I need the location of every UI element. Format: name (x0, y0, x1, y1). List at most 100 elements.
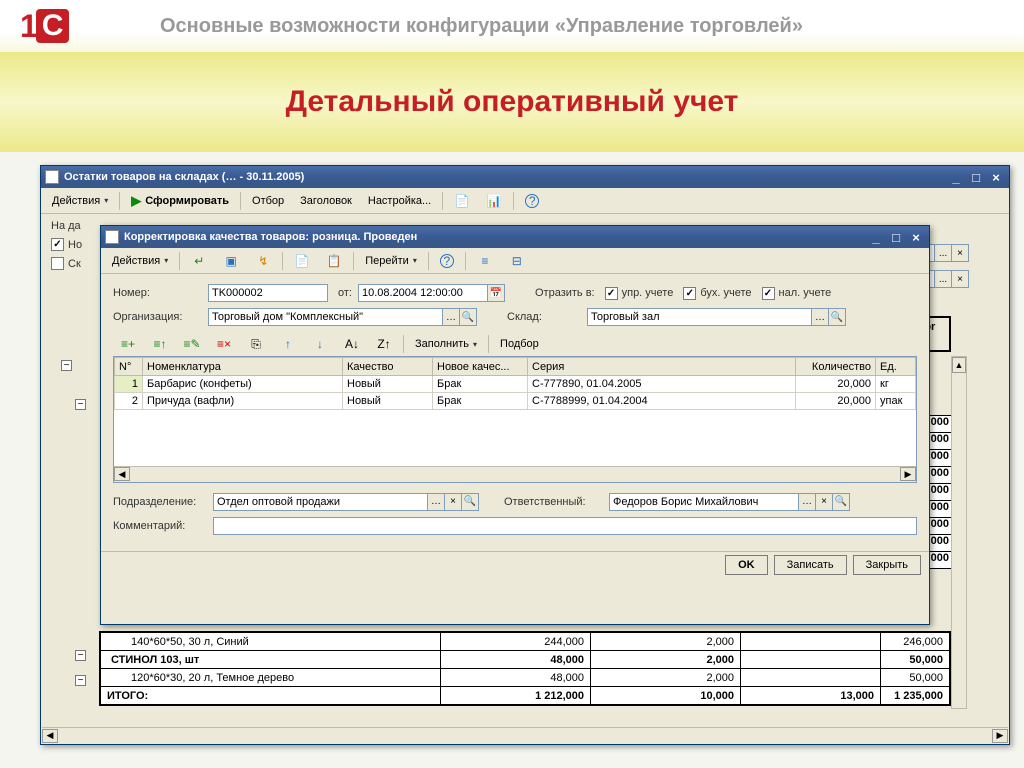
responsible-field[interactable]: Федоров Борис Михайлович (609, 493, 799, 511)
col-quantity[interactable]: Количество (796, 358, 876, 376)
field-clear-button[interactable]: × (951, 244, 969, 262)
col-unit[interactable]: Ед. (876, 358, 916, 376)
grid-sort-asc-button[interactable]: A↓ (337, 334, 367, 354)
settings-button[interactable]: Настройка... (361, 191, 438, 211)
scroll-left-button[interactable]: ◀ (114, 467, 130, 481)
sk-label: Ск (68, 258, 81, 270)
grid-delete-button[interactable]: ≡× (209, 334, 239, 354)
nal-label: нал. учете (779, 287, 832, 299)
org-label: Организация: (113, 311, 208, 323)
grid-add-button[interactable]: ≡+ (113, 334, 143, 354)
close-button[interactable]: × (907, 229, 925, 245)
org-more-button[interactable]: … (442, 308, 460, 326)
goto-menu[interactable]: Перейти▾ (358, 251, 424, 271)
dept-field[interactable]: Отдел оптовой продажи (213, 493, 428, 511)
logo-1c: 1C (20, 6, 100, 46)
scroll-right-button[interactable]: ▶ (992, 729, 1008, 743)
help-button[interactable]: ? (433, 251, 461, 271)
date-field[interactable]: 10.08.2004 12:00:00 (358, 284, 488, 302)
toolbar-icon-2[interactable]: 📊 (479, 191, 509, 211)
toolbar-icon[interactable]: ↯ (248, 251, 278, 271)
actions-menu[interactable]: Действия▾ (105, 251, 175, 271)
scrollbar-vertical[interactable]: ▲ (951, 356, 967, 709)
fill-menu[interactable]: Заполнить▾ (408, 334, 484, 354)
resp-more-button[interactable]: … (798, 493, 816, 511)
toolbar-icon[interactable]: ▣ (216, 251, 246, 271)
window-icon (105, 230, 119, 244)
scroll-left-button[interactable]: ◀ (42, 729, 58, 743)
warehouse-field[interactable]: Торговый зал (587, 308, 812, 326)
table-row[interactable]: 1 Барбарис (конфеты) Новый Брак C-777890… (115, 376, 916, 393)
header-button[interactable]: Заголовок (293, 191, 359, 211)
tree-collapse-button[interactable]: − (75, 675, 86, 686)
toolbar-icon[interactable]: 📄 (287, 251, 317, 271)
toolbar-icon[interactable]: ≡ (470, 251, 500, 271)
field-clear-button-2[interactable]: × (951, 270, 969, 288)
grid-up-button[interactable]: ↑ (273, 334, 303, 354)
table-row[interactable]: 140*60*50, 30 л, Синий 244,000 2,000 246… (101, 633, 950, 651)
table-row[interactable]: СТИНОЛ 103, шт 48,000 2,000 50,000 (101, 651, 950, 669)
titlebar-remains[interactable]: Остатки товаров на складах (… - 30.11.20… (41, 166, 1009, 188)
ok-button[interactable]: OK (725, 555, 768, 575)
org-search-button[interactable]: 🔍 (459, 308, 477, 326)
toolbar-icon[interactable]: ↵ (184, 251, 214, 271)
toolbar-icon-1[interactable]: 📄 (447, 191, 477, 211)
grid-down-button[interactable]: ↓ (305, 334, 335, 354)
grid-insert-button[interactable]: ≡↑ (145, 334, 175, 354)
scroll-up-button[interactable]: ▲ (952, 357, 966, 373)
col-new-quality[interactable]: Новое качес... (433, 358, 528, 376)
pick-button[interactable]: Подбор (493, 334, 546, 354)
checkbox-upr[interactable] (605, 287, 618, 300)
minimize-button[interactable]: _ (867, 229, 885, 245)
help-button[interactable]: ? (518, 191, 546, 211)
actions-menu[interactable]: Действия▾ (45, 191, 115, 211)
checkbox-no[interactable] (51, 238, 64, 251)
grid-sort-desc-button[interactable]: Z↑ (369, 334, 399, 354)
field-more-button-2[interactable]: ... (934, 270, 952, 288)
table-row[interactable]: 120*60*30, 20 л, Темное дерево 48,000 2,… (101, 669, 950, 687)
warehouse-search-button[interactable]: 🔍 (828, 308, 846, 326)
col-series[interactable]: Серия (528, 358, 796, 376)
close-button[interactable]: × (987, 169, 1005, 185)
grid-copy-button[interactable]: ⎘ (241, 334, 271, 354)
dept-more-button[interactable]: … (427, 493, 445, 511)
close-dialog-button[interactable]: Закрыть (853, 555, 921, 575)
table-row-empty[interactable] (115, 410, 916, 466)
form-body: Номер: TK000002 от: 10.08.2004 12:00:00 … (101, 274, 929, 551)
col-n[interactable]: N° (115, 358, 143, 376)
tree-collapse-button[interactable]: − (61, 360, 72, 371)
checkbox-nal[interactable] (762, 287, 775, 300)
org-field[interactable]: Торговый дом "Комплексный" (208, 308, 443, 326)
number-field[interactable]: TK000002 (208, 284, 328, 302)
warehouse-more-button[interactable]: … (811, 308, 829, 326)
search-icon: 🔍 (464, 496, 476, 507)
form-report-button[interactable]: ▶Сформировать (124, 191, 236, 211)
field-more-button[interactable]: ... (934, 244, 952, 262)
titlebar-quality[interactable]: Корректировка качества товаров: розница.… (101, 226, 929, 248)
grid-scrollbar[interactable]: ◀ ▶ (114, 466, 916, 482)
dept-clear-button[interactable]: × (444, 493, 462, 511)
maximize-button[interactable]: □ (967, 169, 985, 185)
minimize-button[interactable]: _ (947, 169, 965, 185)
toolbar-icon[interactable]: ⊟ (502, 251, 532, 271)
filter-button[interactable]: Отбор (245, 191, 291, 211)
save-button[interactable]: Записать (774, 555, 847, 575)
dept-search-button[interactable]: 🔍 (461, 493, 479, 511)
scrollbar-horizontal[interactable]: ◀ ▶ (42, 727, 1008, 743)
tree-collapse-button[interactable]: − (75, 399, 86, 410)
checkbox-bux[interactable] (683, 287, 696, 300)
resp-search-button[interactable]: 🔍 (832, 493, 850, 511)
scroll-right-button[interactable]: ▶ (900, 467, 916, 481)
comment-field[interactable] (213, 517, 917, 535)
checkbox-sk[interactable] (51, 257, 64, 270)
toolbar-icon[interactable]: 📋 (319, 251, 349, 271)
resp-clear-button[interactable]: × (815, 493, 833, 511)
col-nomenclature[interactable]: Номенклатура (143, 358, 343, 376)
table-row[interactable]: 2 Причуда (вафли) Новый Брак C-7788999, … (115, 393, 916, 410)
tree-collapse-button[interactable]: − (75, 650, 86, 661)
report-tree-2: − − (61, 646, 86, 690)
calendar-button[interactable]: 📅 (487, 284, 505, 302)
maximize-button[interactable]: □ (887, 229, 905, 245)
col-quality[interactable]: Качество (343, 358, 433, 376)
grid-edit-button[interactable]: ≡✎ (177, 334, 207, 354)
